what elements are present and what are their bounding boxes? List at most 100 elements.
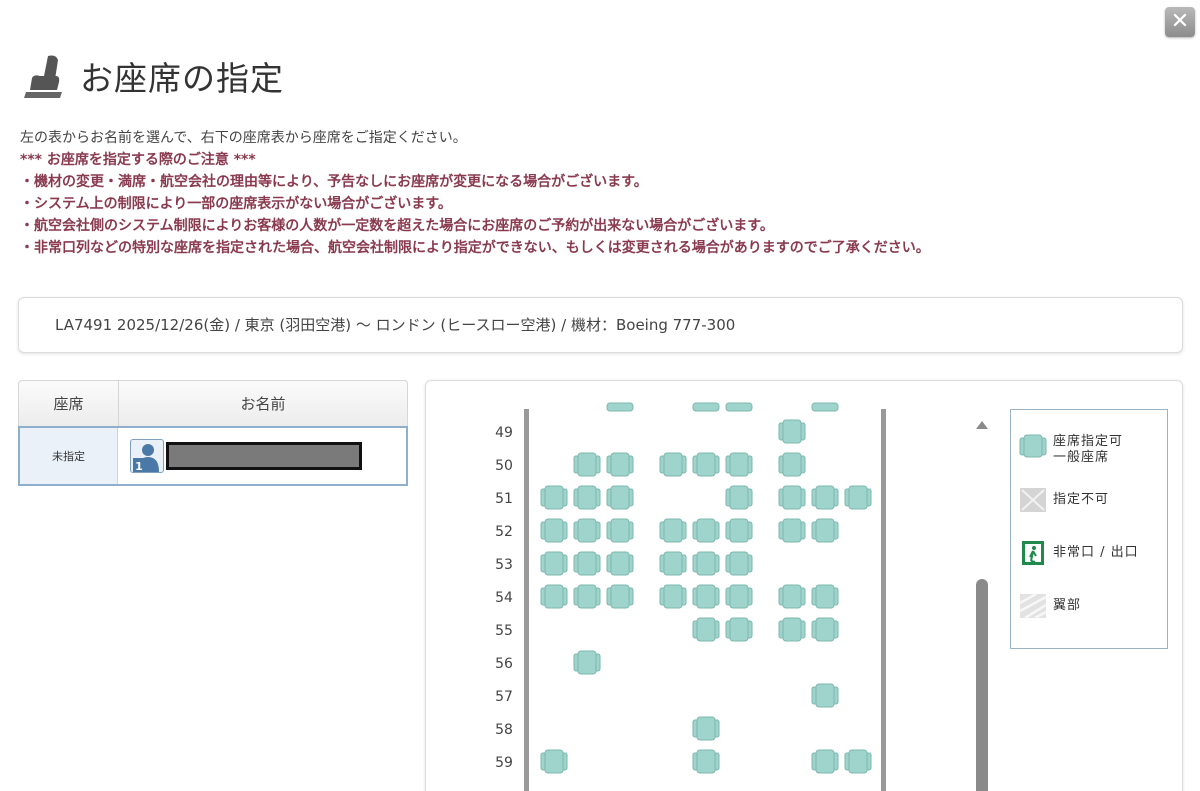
seat-54E[interactable] xyxy=(692,584,720,609)
seat-54B[interactable] xyxy=(573,584,601,609)
seat-52H[interactable] xyxy=(778,518,806,543)
legend-available-label: 座席指定可 xyxy=(1053,434,1124,449)
row-number-label: 59 xyxy=(495,755,513,771)
notice-item: ・非常口列などの特別な座席を指定された場合、航空会社制限により指定ができない、も… xyxy=(20,240,930,256)
seat[interactable] xyxy=(811,402,839,412)
seat-59A[interactable] xyxy=(540,749,568,774)
notice-item: ・機材の変更・満席・航空会社の理由等により、予告なしにお座席が変更になる場合がご… xyxy=(20,174,648,190)
dialog-header: お座席の指定 xyxy=(18,52,284,100)
seat-57J[interactable] xyxy=(811,683,839,708)
legend-unavailable-label: 指定不可 xyxy=(1053,492,1110,507)
passenger-table: 座席 お名前 未指定 1 xyxy=(18,380,408,486)
seat-52A[interactable] xyxy=(540,518,568,543)
seat-54J[interactable] xyxy=(811,584,839,609)
legend-exit-label: 非常口 / 出口 xyxy=(1053,545,1139,560)
seat-50F[interactable] xyxy=(725,452,753,477)
legend-unavailable: 指定不可 xyxy=(1019,487,1109,513)
passenger-name-cell[interactable]: 1 xyxy=(118,428,406,484)
row-number-label: 56 xyxy=(495,656,513,672)
seat-52F[interactable] xyxy=(725,518,753,543)
seat-49H[interactable] xyxy=(778,419,806,444)
seat-56B[interactable] xyxy=(573,650,601,675)
legend-exit: 非常口 / 出口 xyxy=(1019,540,1139,566)
name-column-header: お名前 xyxy=(240,395,286,413)
seat-51B[interactable] xyxy=(573,485,601,510)
seat-51F[interactable] xyxy=(725,485,753,510)
seat-53E[interactable] xyxy=(692,551,720,576)
seat-50E[interactable] xyxy=(692,452,720,477)
seat-52J[interactable] xyxy=(811,518,839,543)
seat-54H[interactable] xyxy=(778,584,806,609)
seat-54D[interactable] xyxy=(659,584,687,609)
scrollbar-thumb[interactable] xyxy=(976,579,988,791)
seat-51A[interactable] xyxy=(540,485,568,510)
flight-summary-text: LA7491 2025/12/26(金) / 東京 (羽田空港) ～ ロンドン … xyxy=(55,316,736,334)
seat-legend: 座席指定可 一般座席 指定不可 非常口 / 出口 翼部 xyxy=(1010,409,1168,649)
close-button[interactable]: ✕ xyxy=(1165,7,1195,37)
legend-wing-label: 翼部 xyxy=(1053,598,1082,613)
row-number-label: 58 xyxy=(495,722,513,738)
row-number-label: 53 xyxy=(495,557,513,573)
unavailable-seat-icon xyxy=(1020,488,1046,512)
seat-50B[interactable] xyxy=(573,452,601,477)
row-number-label: 57 xyxy=(495,689,513,705)
notice-item: ・システム上の制限により一部の座席表示がない場合がございます。 xyxy=(20,196,452,212)
seat[interactable] xyxy=(725,402,753,412)
seat[interactable] xyxy=(606,402,634,412)
seat-52B[interactable] xyxy=(573,518,601,543)
seat-53D[interactable] xyxy=(659,551,687,576)
notice-item: ・航空会社側のシステム制限によりお客様の人数が一定数を超えた場合にお座席のご予約… xyxy=(20,218,774,234)
seat-55H[interactable] xyxy=(778,617,806,642)
seat-53B[interactable] xyxy=(573,551,601,576)
instruction-text: 左の表からお名前を選んで、右下の座席表から座席をご指定ください。 xyxy=(20,130,467,146)
seat-51K[interactable] xyxy=(844,485,872,510)
fuselage-left-wall xyxy=(524,409,529,791)
passenger-name-redacted xyxy=(166,442,362,470)
row-number-label: 55 xyxy=(495,623,513,639)
emergency-exit-icon xyxy=(1022,541,1044,565)
seat-52C[interactable] xyxy=(606,518,634,543)
flight-summary: LA7491 2025/12/26(金) / 東京 (羽田空港) ～ ロンドン … xyxy=(18,297,1183,353)
row-number-label: 54 xyxy=(495,590,513,606)
seat-55E[interactable] xyxy=(692,617,720,642)
seat-50C[interactable] xyxy=(606,452,634,477)
passenger-seat-value: 未指定 xyxy=(20,428,118,484)
seat-51C[interactable] xyxy=(606,485,634,510)
seat-51J[interactable] xyxy=(811,485,839,510)
seat-51H[interactable] xyxy=(778,485,806,510)
passenger-table-header: 座席 お名前 xyxy=(18,380,408,426)
seat-50H[interactable] xyxy=(778,452,806,477)
seat-53A[interactable] xyxy=(540,551,568,576)
seat-58E[interactable] xyxy=(692,716,720,741)
seat-52D[interactable] xyxy=(659,518,687,543)
row-number-label: 52 xyxy=(495,524,513,540)
seat[interactable] xyxy=(692,402,720,412)
seat-59E[interactable] xyxy=(692,749,720,774)
fuselage-right-wall xyxy=(881,409,886,791)
seat-54A[interactable] xyxy=(540,584,568,609)
seat-54F[interactable] xyxy=(725,584,753,609)
seat-50D[interactable] xyxy=(659,452,687,477)
available-seat-icon xyxy=(1019,434,1047,458)
seat-59J[interactable] xyxy=(811,749,839,774)
instructions: 左の表からお名前を選んで、右下の座席表から座席をご指定ください。 *** お座席… xyxy=(20,127,930,259)
wing-icon xyxy=(1019,593,1047,619)
seat-53C[interactable] xyxy=(606,551,634,576)
scroll-up-arrow-icon[interactable] xyxy=(976,421,988,429)
passenger-number: 1 xyxy=(135,460,143,473)
passenger-row[interactable]: 未指定 1 xyxy=(18,426,408,486)
seat-55F[interactable] xyxy=(725,617,753,642)
seat-53F[interactable] xyxy=(725,551,753,576)
person-icon: 1 xyxy=(130,439,164,473)
seat-column-header: 座席 xyxy=(19,381,119,426)
legend-wing: 翼部 xyxy=(1019,593,1081,619)
row-number-label: 51 xyxy=(495,491,513,507)
seat-54C[interactable] xyxy=(606,584,634,609)
legend-general-label: 一般座席 xyxy=(1053,450,1110,465)
seat-55J[interactable] xyxy=(811,617,839,642)
dialog-title: お座席の指定 xyxy=(80,59,284,98)
row-number-label: 49 xyxy=(495,425,513,441)
legend-available: 座席指定可 一般座席 xyxy=(1019,434,1123,466)
seat-52E[interactable] xyxy=(692,518,720,543)
seat-59K[interactable] xyxy=(844,749,872,774)
